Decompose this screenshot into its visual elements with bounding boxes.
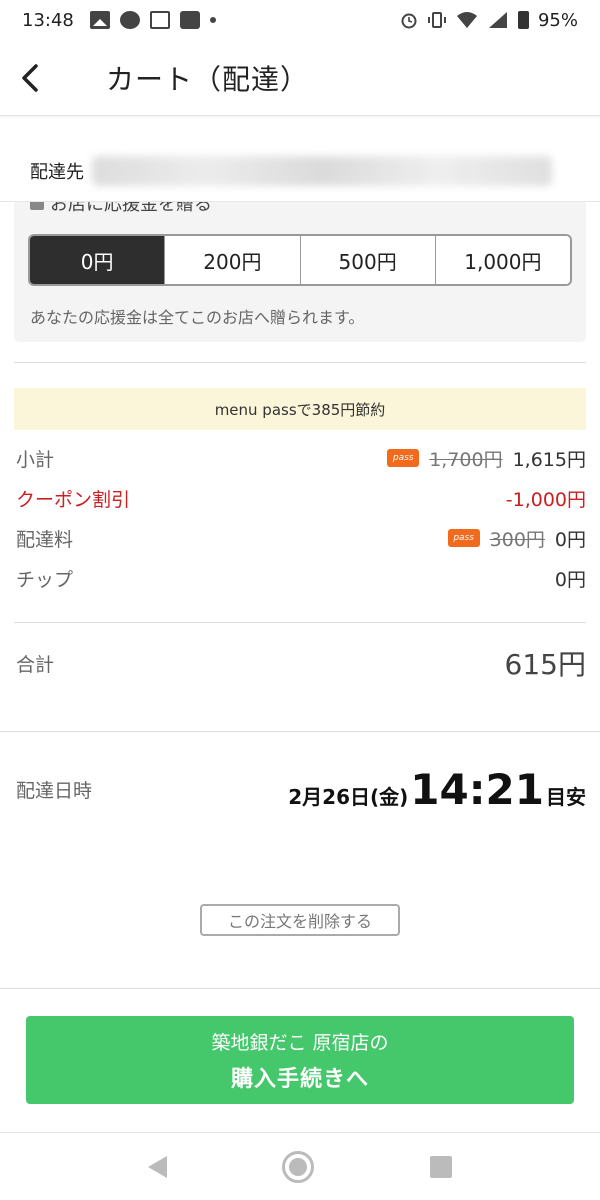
alarm-icon xyxy=(401,13,417,29)
nav-recents-icon[interactable] xyxy=(430,1155,453,1178)
tip-row: チップ 0円 xyxy=(16,562,586,594)
app-header: カート（配達） xyxy=(0,40,600,116)
tip-label: チップ xyxy=(16,568,74,591)
coupon-value: -1,000円 xyxy=(505,488,586,511)
support-amount-selector: 0円 200円 500円 1,000円 xyxy=(28,234,572,286)
tip-value: 0円 xyxy=(554,568,586,591)
delivery-fee-value: 0円 xyxy=(554,528,586,551)
amount-option-200[interactable]: 200円 xyxy=(165,236,301,284)
book-icon xyxy=(149,11,170,29)
savings-banner: menu passで385円節約 xyxy=(14,388,586,430)
delivery-fee-row: 配達料 pass 300円 0円 xyxy=(16,522,586,554)
page-title: カート（配達） xyxy=(106,62,310,96)
back-button[interactable] xyxy=(0,40,60,116)
delivery-time-suffix: 目安 xyxy=(546,784,586,809)
delivery-address-row[interactable]: 配達先 xyxy=(0,140,600,202)
subtotal-original: 1,700円 xyxy=(429,448,503,471)
divider xyxy=(0,988,600,989)
divider xyxy=(0,731,600,732)
amount-option-1000[interactable]: 1,000円 xyxy=(435,236,570,284)
vibrate-icon xyxy=(427,12,446,28)
more-notifications-icon xyxy=(209,17,216,23)
delivery-time-label: 配達日時 xyxy=(16,779,93,802)
total-label: 合計 xyxy=(16,653,55,676)
pass-badge-icon: pass xyxy=(447,529,480,547)
pass-badge-icon: pass xyxy=(387,449,420,467)
checkout-button[interactable]: 築地銀だこ 原宿店の 購入手続きへ xyxy=(26,1016,574,1104)
divider xyxy=(14,362,586,363)
delivery-clock-time: 14:21 xyxy=(410,764,544,814)
total-value: 615円 xyxy=(504,648,586,681)
address-value-redacted xyxy=(92,155,552,186)
support-note: あなたの応援金は全てこのお店へ贈られます。 xyxy=(30,308,365,327)
app-notification-icon xyxy=(119,11,140,29)
chevron-left-icon xyxy=(22,63,38,92)
bd-icon xyxy=(179,11,200,29)
subtotal-row: 小計 pass 1,700円 1,615円 xyxy=(16,442,586,474)
total-row: 合計 615円 xyxy=(16,644,586,682)
nav-home-icon[interactable] xyxy=(282,1150,315,1183)
nav-back-icon[interactable] xyxy=(147,1155,167,1178)
support-card: お店に応援金を贈る 0円 200円 500円 1,000円 あなたの応援金は全て… xyxy=(14,190,586,342)
status-bar: 13:48 95% xyxy=(0,0,600,40)
subtotal-value: 1,615円 xyxy=(512,448,586,471)
signal-icon xyxy=(488,12,507,28)
divider xyxy=(14,622,586,623)
delivery-fee-label: 配達料 xyxy=(16,528,74,551)
checkout-label: 購入手続きへ xyxy=(230,1066,369,1092)
gallery-icon xyxy=(89,11,110,29)
subtotal-label: 小計 xyxy=(16,448,55,471)
delivery-fee-original: 300円 xyxy=(489,528,545,551)
amount-option-500[interactable]: 500円 xyxy=(300,236,436,284)
delivery-time-row[interactable]: 配達日時 2月26日(金) 14:21 目安 xyxy=(16,764,586,814)
amount-option-0[interactable]: 0円 xyxy=(30,236,166,284)
coupon-label: クーポン割引 xyxy=(16,488,131,511)
coupon-row: クーポン割引 -1,000円 xyxy=(16,482,586,514)
battery-level: 95% xyxy=(537,9,578,31)
delivery-date: 2月26日(金) xyxy=(288,784,409,809)
system-nav-bar xyxy=(0,1132,600,1200)
status-time: 13:48 xyxy=(22,9,74,31)
address-label: 配達先 xyxy=(30,161,84,183)
battery-icon xyxy=(517,11,529,29)
wifi-icon xyxy=(456,12,477,28)
delete-order-button[interactable]: この注文を削除する xyxy=(200,904,400,936)
checkout-shop-name: 築地銀だこ 原宿店の xyxy=(211,1031,389,1054)
